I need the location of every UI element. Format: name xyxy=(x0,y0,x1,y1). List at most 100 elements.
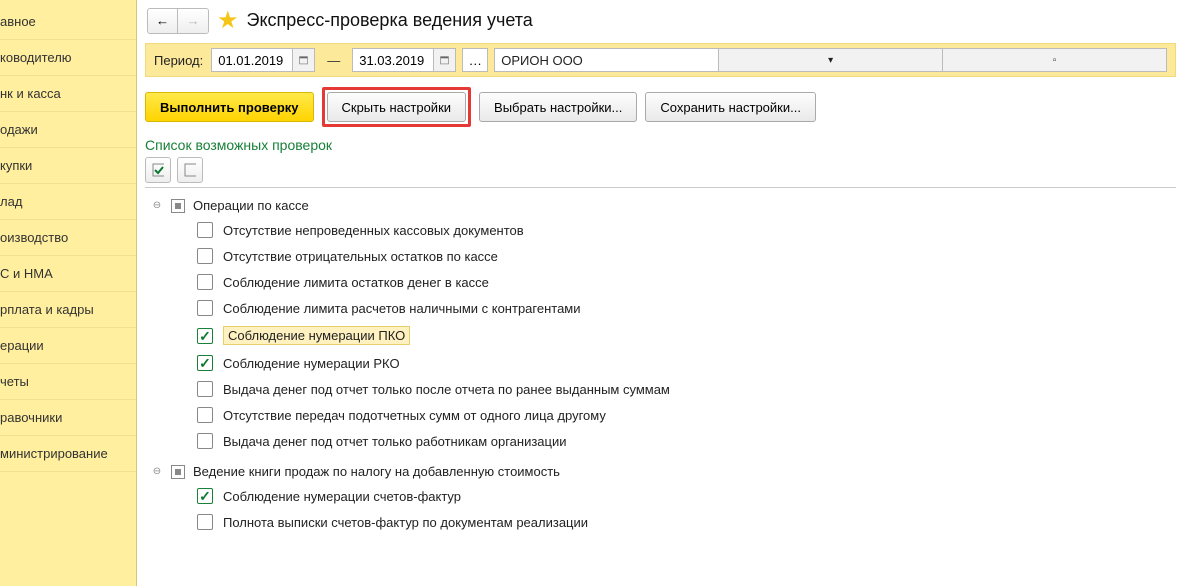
checkbox[interactable] xyxy=(197,433,213,449)
sidebar-item-label: авное xyxy=(0,14,36,29)
check-row[interactable]: Отсутствие передач подотчетных сумм от о… xyxy=(151,402,1176,428)
checkbox[interactable] xyxy=(197,488,213,504)
sidebar-item[interactable]: ководителю xyxy=(0,40,136,76)
check-label: Соблюдение нумерации РКО xyxy=(223,356,400,371)
list-title: Список возможных проверок xyxy=(137,133,1184,157)
toggle-settings-button[interactable]: Скрыть настройки xyxy=(327,92,467,122)
date-to xyxy=(352,48,456,72)
check-row[interactable]: Соблюдение нумерации ПКО xyxy=(151,321,1176,350)
sidebar-item[interactable]: оизводство xyxy=(0,220,136,256)
calendar-button-from[interactable] xyxy=(292,49,314,71)
dash-separator: — xyxy=(321,53,346,68)
sidebar-item[interactable]: одажи xyxy=(0,112,136,148)
period-label: Период: xyxy=(154,53,203,68)
sidebar-item-label: равочники xyxy=(0,410,62,425)
tree-group: ⊖ Ведение книги продаж по налогу на доба… xyxy=(145,454,1176,535)
sidebar-item[interactable]: лад xyxy=(0,184,136,220)
save-settings-button[interactable]: Сохранить настройки... xyxy=(645,92,816,122)
nav-buttons: ← → xyxy=(147,8,209,34)
date-from xyxy=(211,48,315,72)
sidebar-item[interactable]: нк и касса xyxy=(0,76,136,112)
dropdown-icon[interactable]: ▾ xyxy=(718,49,942,71)
main-area: ← → ★ Экспресс-проверка ведения учета Пе… xyxy=(137,0,1184,586)
sidebar-item[interactable]: С и НМА xyxy=(0,256,136,292)
check-row[interactable]: Соблюдение нумерации счетов-фактур xyxy=(151,483,1176,509)
sidebar-item[interactable]: авное xyxy=(0,4,136,40)
check-row[interactable]: Соблюдение лимита остатков денег в кассе xyxy=(151,269,1176,295)
check-all-button[interactable] xyxy=(145,157,171,183)
list-toolbar xyxy=(137,157,1184,183)
checkbox[interactable] xyxy=(197,355,213,371)
calendar-button-to[interactable] xyxy=(433,49,455,71)
check-label: Отсутствие передач подотчетных сумм от о… xyxy=(223,408,606,423)
arrow-right-icon: → xyxy=(186,13,199,28)
group-label: Ведение книги продаж по налогу на добавл… xyxy=(193,464,560,479)
sidebar-item-label: С и НМА xyxy=(0,266,53,281)
highlight-box: Скрыть настройки xyxy=(322,87,472,127)
organization-select[interactable]: ОРИОН ООО ▾ ▫ xyxy=(494,48,1167,72)
sidebar-item[interactable]: купки xyxy=(0,148,136,184)
check-label: Соблюдение нумерации счетов-фактур xyxy=(223,489,461,504)
check-label: Соблюдение лимита расчетов наличными с к… xyxy=(223,301,581,316)
arrow-left-icon: ← xyxy=(156,13,169,28)
date-from-input[interactable] xyxy=(212,49,292,71)
sidebar-item-label: ководителю xyxy=(0,50,72,65)
sidebar-item-label: рплата и кадры xyxy=(0,302,94,317)
sidebar-item-label: оизводство xyxy=(0,230,68,245)
check-row[interactable]: Выдача денег под отчет только работникам… xyxy=(151,428,1176,454)
check-row[interactable]: Отсутствие непроведенных кассовых докуме… xyxy=(151,217,1176,243)
collapse-icon[interactable]: ⊖ xyxy=(151,200,163,212)
period-bar: Период: — … ОРИОН ООО ▾ ▫ xyxy=(145,43,1176,77)
uncheck-all-button[interactable] xyxy=(177,157,203,183)
tree-group: ⊖ Операции по кассе Отсутствие непроведе… xyxy=(145,188,1176,454)
sidebar-item-label: купки xyxy=(0,158,32,173)
checkbox[interactable] xyxy=(197,248,213,264)
run-check-button[interactable]: Выполнить проверку xyxy=(145,92,314,122)
sidebar-item[interactable]: четы xyxy=(0,364,136,400)
group-header[interactable]: ⊖ Ведение книги продаж по налогу на доба… xyxy=(151,460,1176,483)
check-row[interactable]: Соблюдение нумерации РКО xyxy=(151,350,1176,376)
period-picker-button[interactable]: … xyxy=(462,48,488,72)
date-to-input[interactable] xyxy=(353,49,433,71)
ellipsis-icon: … xyxy=(469,53,482,68)
check-label: Соблюдение лимита остатков денег в кассе xyxy=(223,275,489,290)
forward-button[interactable]: → xyxy=(178,9,208,33)
check-row[interactable]: Полнота выписки счетов-фактур по докумен… xyxy=(151,509,1176,535)
checkbox[interactable] xyxy=(197,328,213,344)
check-row[interactable]: Выдача денег под отчет только после отче… xyxy=(151,376,1176,402)
checkbox[interactable] xyxy=(197,222,213,238)
back-button[interactable]: ← xyxy=(148,9,178,33)
group-header[interactable]: ⊖ Операции по кассе xyxy=(151,194,1176,217)
sidebar-item[interactable]: министрирование xyxy=(0,436,136,472)
sidebar-item-label: лад xyxy=(0,194,22,209)
action-bar: Выполнить проверку Скрыть настройки Выбр… xyxy=(137,77,1184,133)
calendar-icon xyxy=(440,53,449,67)
checkbox[interactable] xyxy=(197,300,213,316)
checkbox[interactable] xyxy=(197,407,213,423)
check-label: Отсутствие непроведенных кассовых докуме… xyxy=(223,223,524,238)
checkbox[interactable] xyxy=(197,274,213,290)
titlebar: ← → ★ Экспресс-проверка ведения учета xyxy=(137,0,1184,43)
sidebar-item-label: нк и касса xyxy=(0,86,61,101)
choose-settings-button[interactable]: Выбрать настройки... xyxy=(479,92,637,122)
group-label: Операции по кассе xyxy=(193,198,309,213)
tri-state-checkbox[interactable] xyxy=(171,199,185,213)
check-label: Выдача денег под отчет только после отче… xyxy=(223,382,670,397)
uncheck-all-icon xyxy=(184,163,196,177)
sidebar-item[interactable]: рплата и кадры xyxy=(0,292,136,328)
sidebar-item[interactable]: ерации xyxy=(0,328,136,364)
page-title: Экспресс-проверка ведения учета xyxy=(247,10,533,31)
collapse-icon[interactable]: ⊖ xyxy=(151,466,163,478)
open-icon[interactable]: ▫ xyxy=(942,49,1166,71)
check-row[interactable]: Отсутствие отрицательных остатков по кас… xyxy=(151,243,1176,269)
check-row[interactable]: Соблюдение лимита расчетов наличными с к… xyxy=(151,295,1176,321)
sidebar-item-label: четы xyxy=(0,374,29,389)
sidebar-item[interactable]: равочники xyxy=(0,400,136,436)
star-icon[interactable]: ★ xyxy=(217,6,239,35)
tri-state-checkbox[interactable] xyxy=(171,465,185,479)
checkbox[interactable] xyxy=(197,381,213,397)
checkbox[interactable] xyxy=(197,514,213,530)
sidebar-item-label: министрирование xyxy=(0,446,108,461)
sidebar-item-label: ерации xyxy=(0,338,44,353)
check-label: Соблюдение нумерации ПКО xyxy=(223,326,410,345)
